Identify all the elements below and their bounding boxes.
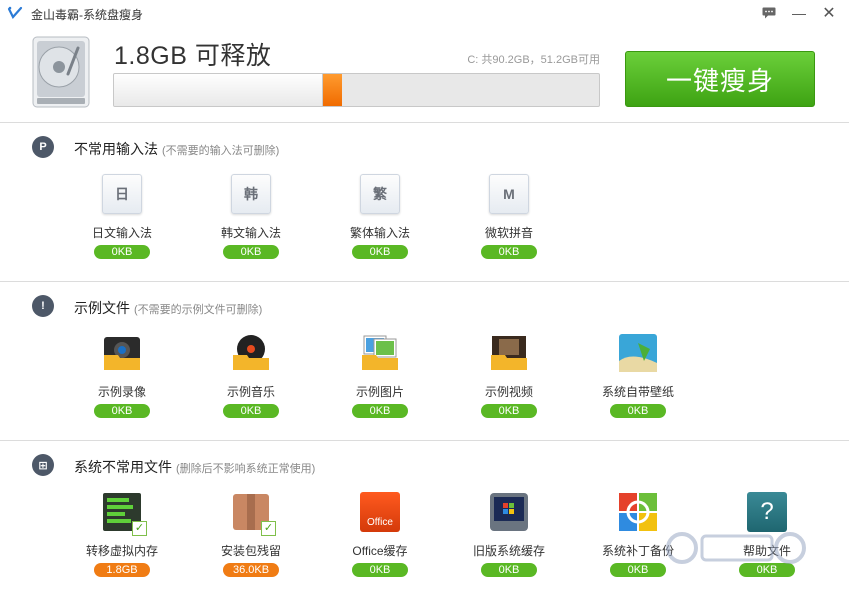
- system-section-icon: ⊞: [32, 454, 54, 476]
- size-badge: 0KB: [94, 404, 150, 418]
- duba-logo-icon: [7, 6, 23, 19]
- section-title: 系统不常用文件 (删除后不影响系统正常使用): [74, 459, 316, 475]
- size-badge: 0KB: [610, 404, 666, 418]
- minimize-button[interactable]: —: [788, 3, 810, 23]
- size-badge: 0KB: [94, 245, 150, 259]
- item-label: 示例录像: [97, 385, 146, 399]
- section-sample-files: ! 示例文件 (不需要的示例文件可删除) 示例录像 0KB 示例音乐 0KB 示例…: [0, 283, 849, 441]
- item-label: 示例音乐: [226, 385, 275, 399]
- disk-used-fill: [114, 74, 323, 106]
- hard-disk-icon: [32, 36, 90, 108]
- item-japanese-ime[interactable]: 日 日文输入法 0KB: [67, 168, 177, 270]
- section-unused-ime: P 不常用输入法 (不需要的输入法可删除) 日 日文输入法 0KB 韩 韩文输入法…: [0, 124, 849, 282]
- feedback-icon[interactable]: [758, 3, 780, 23]
- traditional-ime-icon: 繁: [360, 174, 400, 214]
- item-sample-pictures[interactable]: 示例图片 0KB: [325, 327, 435, 429]
- size-badge: 0KB: [481, 404, 537, 418]
- office-icon-text: Office: [367, 517, 393, 528]
- close-button[interactable]: ✕: [818, 3, 840, 23]
- size-badge: 0KB: [481, 563, 537, 577]
- size-badge: 0KB: [352, 245, 408, 259]
- baidu-watermark-logo: [666, 532, 806, 564]
- section-title: 示例文件 (不需要的示例文件可删除): [74, 300, 263, 316]
- release-size-title: 1.8GB 可释放: [114, 42, 272, 70]
- item-label: Office缓存: [352, 544, 408, 558]
- item-korean-ime[interactable]: 韩 韩文输入法 0KB: [196, 168, 306, 270]
- item-label: 日文输入法: [91, 226, 152, 240]
- item-sample-recordings[interactable]: 示例录像 0KB: [67, 327, 177, 429]
- item-label: 繁体输入法: [349, 226, 410, 240]
- checked-checkbox[interactable]: ✓: [261, 521, 276, 536]
- korean-ime-icon: 韩: [231, 174, 271, 214]
- item-label: 韩文输入法: [220, 226, 281, 240]
- sample-section-icon: !: [32, 295, 54, 317]
- item-label: 转移虚拟内存: [85, 544, 158, 558]
- item-sample-music[interactable]: 示例音乐 0KB: [196, 327, 306, 429]
- size-badge: 0KB: [481, 245, 537, 259]
- releasable-fill: [322, 74, 342, 106]
- music-disc-folder-icon: [233, 335, 269, 370]
- item-traditional-ime[interactable]: 繁 繁体输入法 0KB: [325, 168, 435, 270]
- ime-section-icon: P: [32, 136, 54, 158]
- item-microsoft-pinyin[interactable]: M 微软拼音 0KB: [454, 168, 564, 270]
- size-badge: 0KB: [223, 245, 279, 259]
- film-folder-icon: [491, 336, 527, 370]
- item-old-system-cache[interactable]: 旧版系统缓存 0KB: [454, 486, 564, 588]
- item-label: 示例图片: [355, 385, 404, 399]
- disk-summary-header: 1.8GB 可释放 C: 共90.2GB，51.2GB可用 一键瘦身: [0, 26, 849, 123]
- item-label: 安装包残留: [220, 544, 281, 558]
- disk-usage-bar: [113, 73, 600, 107]
- size-badge: 0KB: [223, 404, 279, 418]
- item-label: 示例视频: [484, 385, 533, 399]
- wallpaper-icon: [619, 334, 657, 372]
- item-label: 微软拼音: [484, 226, 533, 240]
- size-badge: 0KB: [352, 563, 408, 577]
- video-camera-folder-icon: [104, 337, 140, 370]
- windows-monitor-icon: [490, 493, 528, 531]
- japanese-ime-icon: 日: [102, 174, 142, 214]
- size-badge: 36.0KB: [223, 563, 279, 577]
- window-title: 金山毒霸-系统盘瘦身: [31, 8, 143, 22]
- pictures-folder-icon: [362, 335, 398, 370]
- item-move-virtual-memory[interactable]: ✓ 转移虚拟内存 1.8GB: [67, 486, 177, 588]
- microsoft-pinyin-icon: M: [489, 174, 529, 214]
- size-badge: 0KB: [352, 404, 408, 418]
- size-badge: 1.8GB: [94, 563, 150, 577]
- item-label: 旧版系统缓存: [472, 544, 545, 558]
- checked-checkbox[interactable]: ✓: [132, 521, 147, 536]
- item-installer-residue[interactable]: ✓ 安装包残留 36.0KB: [196, 486, 306, 588]
- one-click-slim-button[interactable]: 一键瘦身: [625, 51, 815, 107]
- disk-capacity-info: C: 共90.2GB，51.2GB可用: [467, 54, 600, 66]
- item-system-wallpaper[interactable]: 系统自带壁纸 0KB: [583, 327, 693, 429]
- item-sample-videos[interactable]: 示例视频 0KB: [454, 327, 564, 429]
- section-title: 不常用输入法 (不需要的输入法可删除): [74, 141, 280, 157]
- title-bar: 金山毒霸-系统盘瘦身 — ✕: [0, 0, 849, 26]
- office-icon: Office: [360, 492, 400, 532]
- item-office-cache[interactable]: Office Office缓存 0KB: [325, 486, 435, 588]
- item-label: 系统自带壁纸: [601, 385, 674, 399]
